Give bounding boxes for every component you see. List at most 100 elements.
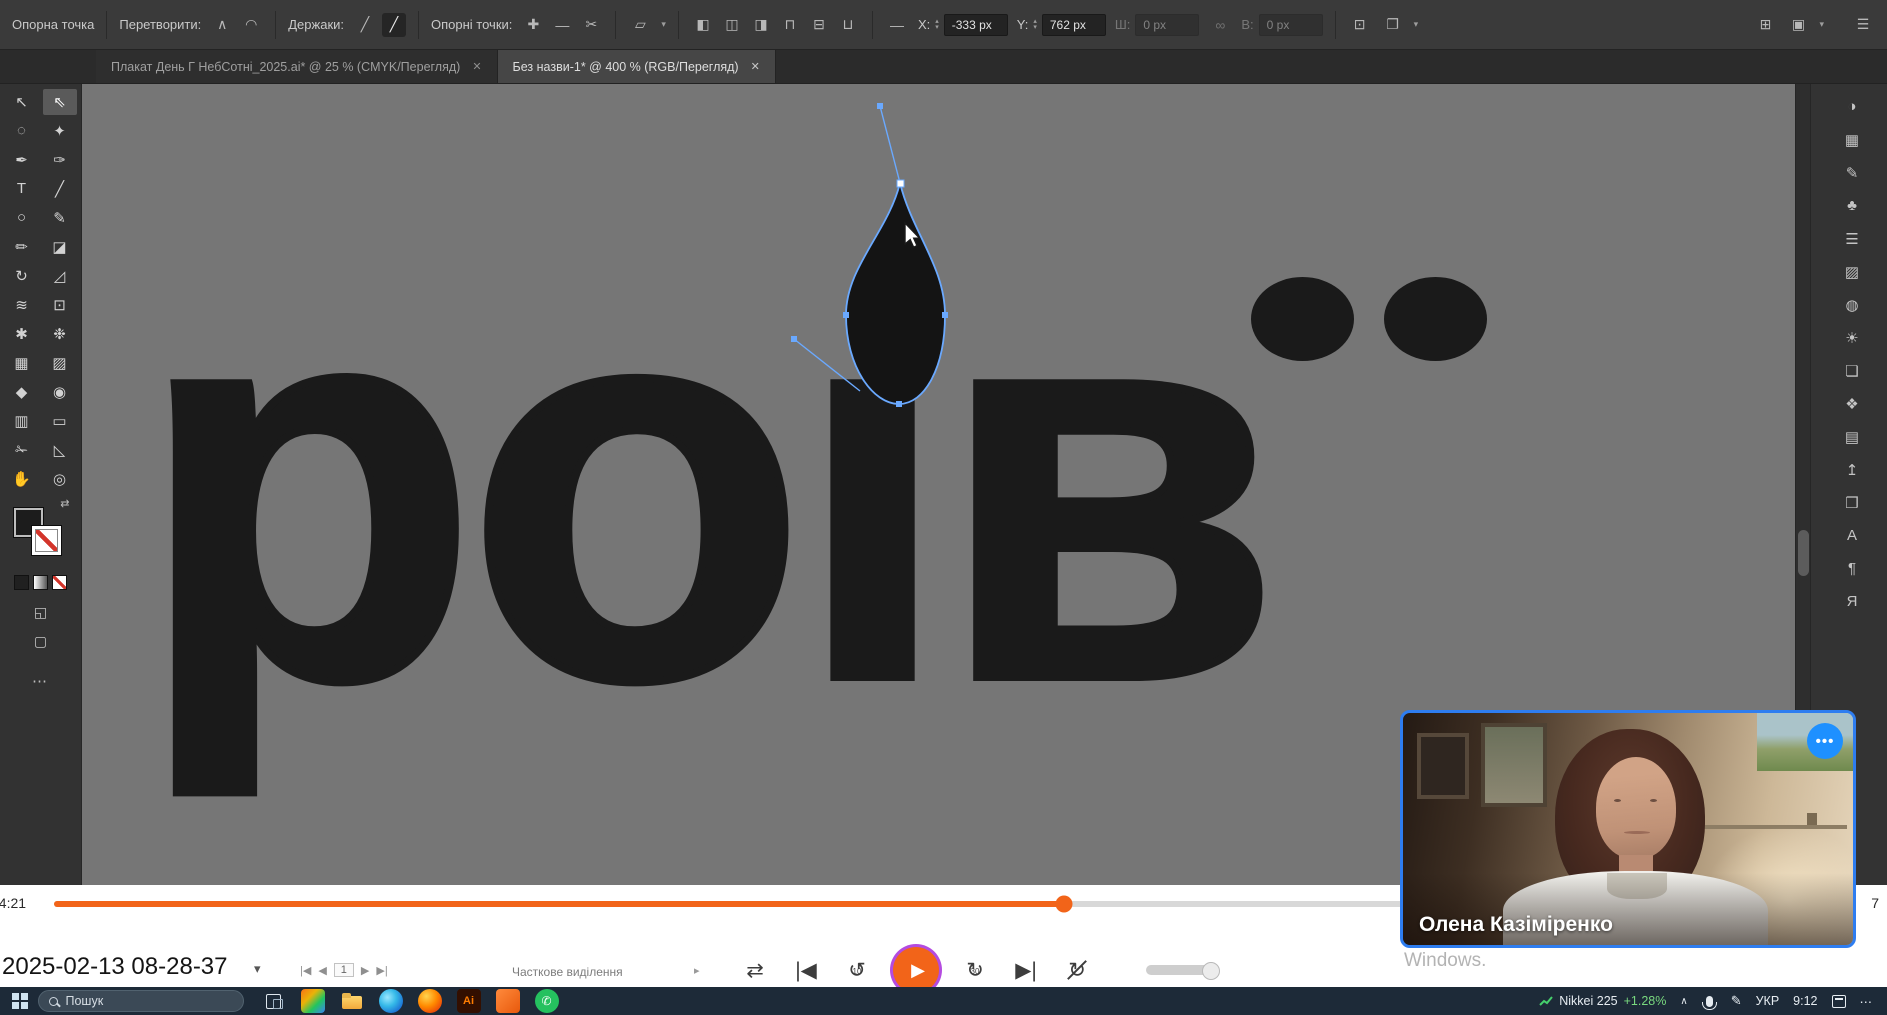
remove-anchor-icon[interactable]: —	[550, 13, 574, 37]
artwork-partial-letter[interactable]: е	[82, 281, 91, 837]
first-artboard-button[interactable]: |◀	[300, 964, 311, 977]
slice-tool[interactable]: ✁	[5, 437, 39, 463]
next-artboard-button[interactable]: ▶	[361, 964, 369, 977]
blend-tool[interactable]: ◉	[43, 379, 77, 405]
type-tool[interactable]: T	[5, 176, 39, 202]
swatches-panel-icon[interactable]: ▦	[1834, 123, 1870, 156]
toolbar-overflow-icon[interactable]: ⋯	[32, 672, 49, 690]
mesh-tool[interactable]: ▦	[5, 350, 39, 376]
character-panel-icon[interactable]: А	[1834, 519, 1870, 552]
gradient-mode-icon[interactable]	[33, 575, 48, 590]
convert-corner-icon[interactable]: ∧	[210, 13, 234, 37]
appearance-panel-icon[interactable]: ☀	[1834, 321, 1870, 354]
y-stepper[interactable]: ▴ ▾	[1033, 19, 1037, 31]
align-top-icon[interactable]: ⊓	[778, 13, 802, 37]
scrollbar-thumb[interactable]	[1798, 530, 1809, 576]
chevron-down-icon[interactable]: ▾	[661, 19, 666, 30]
add-anchor-icon[interactable]: ✚	[521, 13, 545, 37]
pen-tool[interactable]: ✒	[5, 147, 39, 173]
illustrator-app-icon[interactable]: Ai	[457, 989, 481, 1013]
free-transform-tool[interactable]: ⊡	[43, 292, 77, 318]
artboards-panel-icon[interactable]: ▤	[1834, 420, 1870, 453]
selection-tool[interactable]: ↖	[5, 89, 39, 115]
curvature-tool[interactable]: ✑	[43, 147, 77, 173]
none-mode-icon[interactable]	[52, 575, 67, 590]
task-view-button[interactable]	[262, 989, 286, 1013]
color-mode-icon[interactable]	[14, 575, 29, 590]
chevron-down-icon[interactable]: ▾	[254, 961, 261, 977]
transparency-panel-icon[interactable]: ◍	[1834, 288, 1870, 321]
symbols-panel-icon[interactable]: ♣	[1834, 189, 1870, 222]
next-button[interactable]: ▶|	[1011, 955, 1041, 985]
prev-artboard-button[interactable]: ◀	[318, 964, 326, 977]
eyedropper-tool[interactable]: ◆	[5, 379, 39, 405]
chevron-down-icon[interactable]: ▾	[1414, 19, 1419, 30]
graph-tool[interactable]: ▥	[5, 408, 39, 434]
magic-wand-tool[interactable]: ✦	[43, 118, 77, 144]
stepper-down-icon[interactable]: ▾	[1033, 25, 1037, 31]
photos-app-icon[interactable]	[301, 989, 325, 1013]
stepper-down-icon[interactable]: ▾	[935, 25, 939, 31]
align-center-icon[interactable]: ◫	[720, 13, 744, 37]
whatsapp-icon[interactable]: ✆	[535, 989, 559, 1013]
swap-fill-stroke-icon[interactable]: ⇄	[60, 497, 69, 510]
isolate-icon[interactable]: ❐	[1381, 13, 1405, 37]
glyphs-panel-icon[interactable]: Я	[1834, 585, 1870, 618]
constrain-icon[interactable]: —	[885, 13, 909, 37]
repeat-off-button[interactable]: ↻	[1062, 955, 1092, 985]
gradient-tool[interactable]: ▨	[43, 350, 77, 376]
pencil-tool[interactable]: ✏	[5, 234, 39, 260]
perspective-grid-tool[interactable]: ◺	[43, 437, 77, 463]
width-tool[interactable]: ≋	[5, 292, 39, 318]
menu-icon[interactable]: ☰	[1851, 13, 1875, 37]
bezier-handle-line[interactable]	[880, 106, 900, 183]
artboard-number[interactable]: 1	[334, 963, 354, 977]
document-tab-2[interactable]: Без назви-1* @ 400 % (RGB/Перегляд) ✕	[498, 50, 776, 83]
document-tab-1[interactable]: Плакат День Г НебСотні_2025.ai* @ 25 % (…	[96, 50, 498, 83]
taskbar-search[interactable]: Пошук	[38, 990, 244, 1012]
paintbrush-tool[interactable]: ✎	[43, 205, 77, 231]
direct-selection-tool[interactable]: ⇖	[43, 89, 77, 115]
workspace-icon[interactable]: ▣	[1786, 13, 1810, 37]
tray-expand-icon[interactable]: ∧	[1680, 996, 1687, 1007]
apps-grid-icon[interactable]: ⊞	[1753, 13, 1777, 37]
forward-30-button[interactable]: ↻ 30	[960, 955, 990, 985]
screen-mode-icon[interactable]: ▢	[34, 633, 47, 650]
rewind-10-button[interactable]: ↺ 10	[842, 955, 872, 985]
asset-export-panel-icon[interactable]: ↥	[1834, 453, 1870, 486]
y-input[interactable]: 762 px	[1042, 14, 1106, 36]
align-right-icon[interactable]: ◨	[749, 13, 773, 37]
webcam-menu-button[interactable]: •••	[1807, 723, 1843, 759]
x-input[interactable]: -333 px	[944, 14, 1008, 36]
show-handles-icon[interactable]: ╱	[353, 13, 377, 37]
line-segment-tool[interactable]: ╱	[43, 176, 77, 202]
eraser-tool[interactable]: ◪	[43, 234, 77, 260]
symbol-sprayer-tool[interactable]: ❉	[43, 321, 77, 347]
paragraph-panel-icon[interactable]: ¶	[1834, 552, 1870, 585]
align-bottom-icon[interactable]: ⊔	[836, 13, 860, 37]
rotate-tool[interactable]: ↻	[5, 263, 39, 289]
convert-smooth-icon[interactable]: ◠	[239, 13, 263, 37]
start-button[interactable]	[12, 993, 28, 1009]
layers-panel-icon[interactable]: ❖	[1834, 387, 1870, 420]
artwork-dot-right[interactable]	[1384, 277, 1487, 361]
chevron-down-icon[interactable]: ▾	[1819, 19, 1824, 30]
notification-icon[interactable]	[1832, 995, 1846, 1008]
transform-icon[interactable]: ⊡	[1348, 13, 1372, 37]
shape-menu-icon[interactable]: ▱	[628, 13, 652, 37]
hide-handles-icon[interactable]: ╱	[382, 13, 406, 37]
progress-thumb[interactable]	[1055, 896, 1072, 913]
scale-tool[interactable]: ◿	[43, 263, 77, 289]
edge-browser-icon[interactable]	[379, 989, 403, 1013]
stroke-panel-icon[interactable]: ☰	[1834, 222, 1870, 255]
language-indicator[interactable]: УКР	[1756, 994, 1780, 1008]
align-middle-icon[interactable]: ⊟	[807, 13, 831, 37]
orange-app-icon[interactable]	[496, 989, 520, 1013]
microphone-icon[interactable]	[1706, 996, 1713, 1007]
tray-overflow-icon[interactable]: ⋯	[1860, 994, 1874, 1009]
draw-mode-icon[interactable]: ◱	[34, 604, 47, 621]
handle-end-point[interactable]	[877, 103, 883, 109]
last-artboard-button[interactable]: ▶|	[376, 964, 387, 977]
webcam-overlay[interactable]: Олена Казіміренко •••	[1400, 710, 1856, 948]
gradient-panel-icon[interactable]: ▨	[1834, 255, 1870, 288]
